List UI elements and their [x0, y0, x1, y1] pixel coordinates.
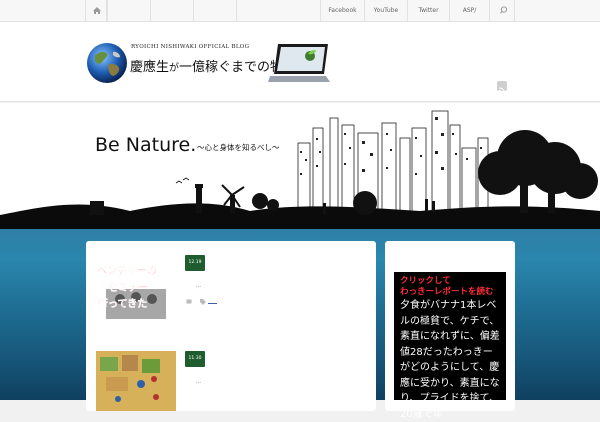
- home-icon: [93, 7, 101, 14]
- nav-blank: [236, 0, 279, 21]
- tag-icon: [200, 299, 206, 305]
- report-headline-line: クリックして: [400, 276, 451, 286]
- report-headline-line: わっきーレポートを読む: [400, 286, 494, 297]
- nav-blank: [193, 0, 236, 21]
- post-excerpt: …: [196, 379, 201, 385]
- nav-blank: [107, 0, 150, 21]
- nav-twitter-link[interactable]: Twitter: [407, 0, 449, 21]
- site-header: RYOICHI NISHIWAKI OFFICIAL BLOG 慶應生が一億稼ぐ…: [0, 22, 600, 102]
- post-thumbnail[interactable]: ベンチャーの セミナー 行ってきた: [96, 259, 176, 319]
- boardgame-image: [96, 351, 176, 411]
- post-thumbnail[interactable]: [96, 351, 176, 411]
- seminar-image: ベンチャーの セミナー 行ってきた: [97, 265, 166, 319]
- site-title-part: が: [169, 63, 180, 74]
- banner-title: Be Nature.: [95, 134, 196, 156]
- post-date-badge: 12.19: [185, 255, 205, 271]
- thumb-line-1: ベンチャーの: [97, 265, 157, 277]
- banner-subtitle: 〜心と身体を知るべし〜: [197, 142, 280, 152]
- globe-icon: [87, 43, 127, 83]
- report-body: 夕食がバナナ1本レベルの極貧で、ケチで、素直になれずに、偏差値28だったわっきー…: [400, 300, 500, 420]
- nav-youtube-link[interactable]: YouTube: [364, 0, 407, 21]
- report-banner[interactable]: クリックして わっきーレポートを読む 夕食がバナナ1本レベルの極貧で、ケチで、素…: [394, 272, 506, 420]
- laptop-icon: [268, 44, 330, 82]
- thumb-line-2: セミナー: [108, 282, 148, 294]
- nav-facebook-link[interactable]: Facebook: [320, 0, 364, 21]
- post-excerpt: …: [196, 283, 201, 289]
- rss-icon: [498, 87, 506, 95]
- nav-asp-link[interactable]: ASP/: [449, 0, 489, 21]
- post-date-badge: 11.30: [185, 351, 205, 367]
- logo-english-text: RYOICHI NISHIWAKI OFFICIAL BLOG: [131, 44, 250, 50]
- post-category-link[interactable]: [208, 303, 217, 304]
- rss-button[interactable]: [497, 81, 507, 95]
- search-button[interactable]: [489, 0, 515, 21]
- nav-blank: [150, 0, 193, 21]
- hero-banner: Be Nature. 〜心と身体を知るべし〜: [0, 103, 600, 230]
- search-icon: [500, 6, 508, 14]
- report-headline: クリックして わっきーレポートを読む: [400, 276, 500, 297]
- comment-icon: [186, 299, 192, 304]
- top-nav: Facebook YouTube Twitter ASP/: [0, 0, 600, 22]
- banner-illustration: Be Nature. 〜心と身体を知るべし〜: [0, 110, 600, 230]
- site-title-part: 慶應生: [130, 60, 170, 75]
- thumb-line-3: 行ってきた: [97, 297, 147, 310]
- home-button[interactable]: [85, 0, 107, 21]
